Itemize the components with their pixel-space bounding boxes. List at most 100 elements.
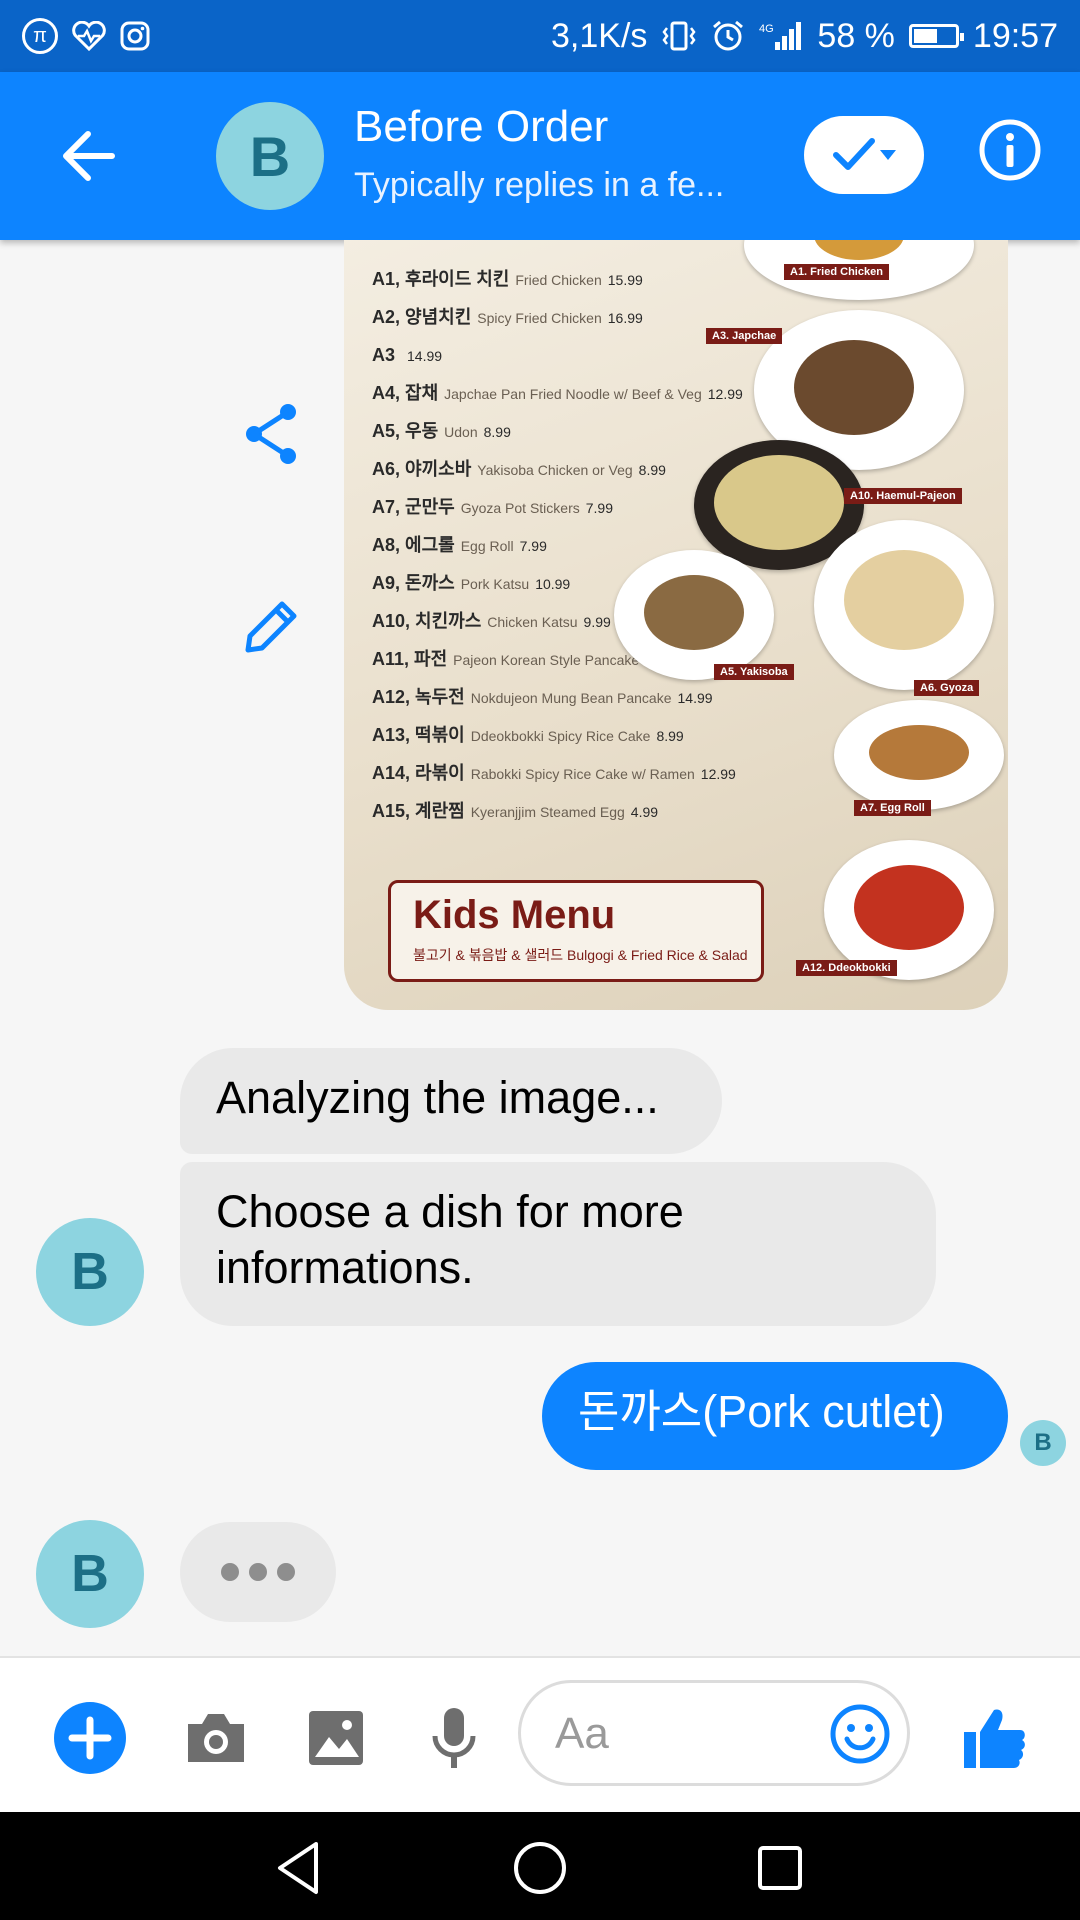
menu-item-price: 8.99 [638,462,666,478]
typing-dot [277,1563,295,1581]
menu-item: A1, 후라이드 치킨 Fried Chicken 15.99 [372,260,743,298]
menu-item-code: A7, 군만두 [372,497,455,517]
menu-item-code: A14, 라볶이 [372,763,465,783]
camera-icon [188,1714,244,1762]
menu-item-desc: Egg Roll [460,538,514,554]
typing-indicator [180,1522,336,1622]
menu-item-price: 14.99 [677,690,713,706]
menu-item: A2, 양념치킨 Spicy Fried Chicken 16.99 [372,298,743,336]
info-icon[interactable] [974,114,1046,186]
back-arrow-icon[interactable] [52,116,132,196]
message-list[interactable]: A1, 후라이드 치킨 Fried Chicken 15.99 A2, 양념치킨 Spi… [0,240,1080,1656]
plus-button[interactable] [50,1698,130,1778]
menu-item-price: 4.99 [630,804,659,820]
kids-menu-subtitle: 불고기 & 볶음밥 & 샐러드 Bulgogi & Fried Rice & S… [413,947,748,963]
kids-menu-box: Kids Menu 불고기 & 볶음밥 & 샐러드 Bulgogi & Frie… [388,880,764,982]
menu-photo-message[interactable]: A1, 후라이드 치킨 Fried Chicken 15.99 A2, 양념치킨 Spi… [344,240,1008,1010]
bot-avatar[interactable]: B [36,1218,144,1326]
menu-item-desc: Nokdujeon Mung Bean Pancake [470,690,672,706]
contact-avatar[interactable]: B [216,102,324,210]
plate-yakisoba [614,550,774,680]
menu-item-desc: Pork Katsu [460,576,530,592]
actions-dropdown-button[interactable] [804,116,924,194]
typing-dot [249,1563,267,1581]
plate-tag: A1. Fried Chicken [784,264,889,280]
menu-item-price: 8.99 [483,424,511,440]
menu-item-price: 8.99 [656,728,684,744]
message-input-wrapper[interactable] [518,1680,910,1786]
status-right: 3,1K/s 4G 58 % 19:57 [551,17,1058,56]
menu-item-price: 12.99 [700,766,736,782]
menu-item-desc: Spicy Fried Chicken [477,310,602,326]
pi-icon: π [22,18,58,54]
menu-item-code: A2, 양념치킨 [372,307,472,327]
menu-item-code: A11, 파전 [372,649,448,669]
plate-gyoza [814,520,994,690]
menu-item-desc: Gyoza Pot Stickers [460,500,580,516]
menu-item-desc: Udon [444,424,478,440]
plate-tag: A3. Japchae [706,328,783,344]
voice-button[interactable] [414,1698,494,1778]
menu-item-price: 15.99 [607,272,643,288]
status-bar: π 3,1K/s 4G 58 % 19:57 [0,0,1080,72]
nav-recents-icon[interactable] [748,1836,812,1900]
nav-home-icon[interactable] [508,1836,572,1900]
status-left-icons: π [22,18,150,54]
menu-item-code: A12, 녹두전 [372,687,465,707]
system-navigation-bar [0,1812,1080,1920]
menu-item-code: A10, 치킨까스 [372,611,482,631]
image-icon [309,1711,363,1765]
gallery-button[interactable] [296,1698,376,1778]
menu-item-code: A1, 후라이드 치킨 [372,269,510,289]
share-icon[interactable] [236,398,308,470]
menu-item-desc: Ddeokbokki Spicy Rice Cake [470,728,651,744]
nav-back-icon[interactable] [268,1836,332,1900]
network-speed: 3,1K/s [551,16,648,55]
plate-tag: A5. Yakisoba [714,664,794,680]
menu-item-list: A1, 후라이드 치킨 Fried Chicken 15.99 A2, 양념치킨 Spi… [372,260,743,830]
menu-item-desc: Yakisoba Chicken or Veg [477,462,633,478]
message-bubble-outgoing[interactable]: 돈까스(Pork cutlet) [542,1362,1008,1470]
menu-item: A5, 우동 Udon 8.99 [372,412,743,450]
menu-item-price: 9.99 [583,614,611,630]
battery-icon [908,24,964,48]
menu-item-price: 10.99 [535,576,571,592]
menu-item-price: 7.99 [519,538,547,554]
menu-item: A3 14.99 [372,336,743,374]
plate-tag: A6. Gyoza [914,680,980,696]
battery-percent: 58 % [817,16,895,55]
seen-avatar: B [1020,1420,1066,1466]
message-composer [0,1656,1080,1814]
menu-item-desc: Kyeranjjim Steamed Egg [470,804,625,820]
menu-item-code: A3 [372,345,396,365]
signal-icon: 4G [759,22,802,50]
menu-item-code: A9, 돈까스 [372,573,455,593]
svg-text:4G: 4G [759,23,774,35]
menu-item-desc: Pajeon Korean Style Pancake [453,652,640,668]
like-button[interactable] [954,1698,1034,1778]
plate-tag: A12. Ddeokbokki [796,960,897,976]
clock: 19:57 [972,16,1058,55]
plus-icon [54,1702,126,1774]
message-input[interactable] [553,1705,797,1763]
edit-icon[interactable] [236,590,308,662]
alarm-icon [713,20,744,51]
message-bubble-incoming[interactable]: Choose a dish for more informations. [180,1162,936,1326]
menu-item-desc: Japchae Pan Fried Noodle w/ Beef & Veg [444,386,702,402]
microphone-icon [432,1708,476,1768]
message-bubble-incoming[interactable]: Analyzing the image... [180,1048,722,1154]
vibrate-icon [662,21,696,51]
instagram-icon [120,21,150,51]
emoji-icon[interactable] [829,1703,891,1765]
menu-item-price: 16.99 [607,310,643,326]
bot-avatar[interactable]: B [36,1520,144,1628]
camera-button[interactable] [176,1698,256,1778]
menu-item-desc: Chicken Katsu [487,614,578,630]
menu-item-price: 12.99 [707,386,743,402]
conversation-header: B Before Order Typically replies in a fe… [0,72,1080,240]
contact-name[interactable]: Before Order [354,102,608,152]
plate-tag: A10. Haemul-Pajeon [844,488,962,504]
menu-item: A12, 녹두전 Nokdujeon Mung Bean Pancake 14.99 [372,678,743,716]
plate-tag: A7. Egg Roll [854,800,931,816]
health-icon [72,21,106,51]
